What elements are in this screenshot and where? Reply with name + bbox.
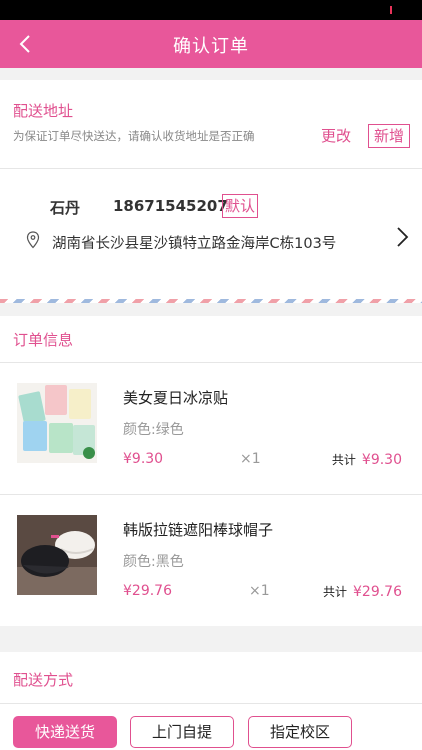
shipping-option-pickup[interactable]: 上门自提 bbox=[130, 716, 234, 748]
default-badge: 默认 bbox=[222, 194, 259, 218]
battery-icon bbox=[390, 6, 392, 14]
page-title: 确认订单 bbox=[173, 36, 249, 57]
total-value: ¥29.76 bbox=[353, 584, 402, 600]
nav-bar: 确认订单 bbox=[0, 20, 422, 68]
order-item[interactable]: 美女夏日冰凉贴 颜色:绿色 ¥9.30 ×1 共计 ¥9.30 bbox=[0, 363, 422, 494]
address-section-title: 配送地址 bbox=[13, 102, 74, 120]
total-label: 共计 bbox=[331, 453, 356, 467]
product-price: ¥9.30 bbox=[123, 451, 164, 467]
recipient-name: 石丹 bbox=[50, 199, 81, 217]
total-label: 共计 bbox=[322, 585, 347, 599]
chevron-right-icon[interactable] bbox=[394, 225, 410, 249]
product-color: 颜色:绿色 bbox=[123, 422, 184, 438]
product-color: 颜色:黑色 bbox=[123, 554, 184, 570]
product-price: ¥29.76 bbox=[123, 583, 172, 599]
shipping-section-title: 配送方式 bbox=[13, 671, 74, 689]
change-address-button[interactable]: 更改 bbox=[321, 125, 351, 146]
recipient-phone: 18671545207 bbox=[113, 197, 228, 215]
shipping-option-express[interactable]: 快递送货 bbox=[13, 716, 117, 748]
order-section-header: 订单信息 bbox=[0, 316, 422, 362]
product-total: 共计 ¥29.76 bbox=[323, 583, 402, 600]
new-address-button[interactable]: 新增 bbox=[368, 124, 410, 148]
product-total: 共计 ¥9.30 bbox=[332, 451, 402, 468]
product-quantity: ×1 bbox=[240, 451, 261, 467]
product-quantity: ×1 bbox=[249, 583, 270, 599]
airmail-border bbox=[0, 299, 422, 303]
product-name: 韩版拉链遮阳棒球帽子 bbox=[123, 521, 274, 539]
location-pin-icon bbox=[26, 231, 40, 249]
address-section-header: 配送地址 为保证订单尽快送达，请确认收货地址是否正确 更改 新增 bbox=[0, 80, 422, 169]
address-card[interactable]: 石丹 18671545207 默认 湖南省长沙县星沙镇特立路金海岸C栋103号 bbox=[0, 169, 422, 303]
order-section-title: 订单信息 bbox=[13, 331, 74, 349]
product-name: 美女夏日冰凉贴 bbox=[123, 389, 229, 407]
total-value: ¥9.30 bbox=[361, 452, 402, 468]
product-thumbnail bbox=[17, 515, 97, 595]
order-item[interactable]: 韩版拉链遮阳棒球帽子 颜色:黑色 ¥29.76 ×1 共计 ¥29.76 bbox=[0, 495, 422, 626]
shipping-option-campus[interactable]: 指定校区 bbox=[248, 716, 352, 748]
divider bbox=[0, 703, 422, 704]
address-detail: 湖南省长沙县星沙镇特立路金海岸C栋103号 bbox=[52, 236, 337, 252]
address-hint: 为保证订单尽快送达，请确认收货地址是否正确 bbox=[13, 129, 255, 143]
product-thumbnail bbox=[17, 383, 97, 463]
status-bar bbox=[0, 0, 422, 20]
